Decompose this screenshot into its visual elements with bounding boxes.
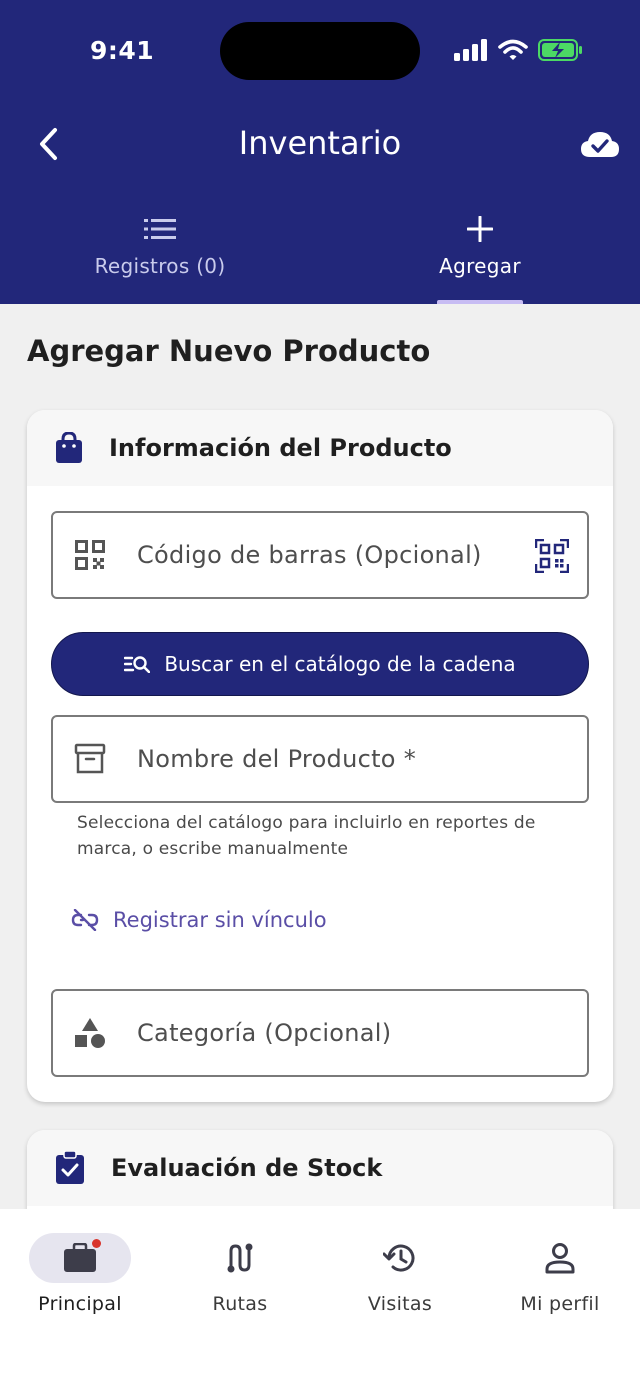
product-info-header: Información del Producto (27, 410, 613, 486)
nav-rutas[interactable]: Rutas (160, 1233, 320, 1315)
scan-barcode-button[interactable] (534, 538, 570, 577)
stock-evaluation-title: Evaluación de Stock (111, 1154, 383, 1182)
barcode-placeholder: Código de barras (Opcional) (137, 541, 482, 569)
barcode-input[interactable]: Código de barras (Opcional) (51, 511, 589, 599)
nav-principal-label: Principal (38, 1293, 122, 1315)
archive-box-icon (74, 743, 106, 774)
tab-registros[interactable]: Registros (0) (0, 212, 320, 278)
product-name-placeholder: Nombre del Producto * (137, 745, 417, 773)
dynamic-island (220, 22, 420, 80)
link-off-icon (71, 909, 99, 931)
sync-button[interactable] (578, 122, 622, 166)
status-icons (454, 38, 584, 62)
tab-agregar-label: Agregar (439, 254, 521, 278)
category-shapes-icon (75, 1018, 105, 1048)
route-icon (227, 1243, 253, 1273)
tab-indicator (437, 300, 523, 304)
tab-registros-label: Registros (0) (94, 254, 226, 278)
nav-mi-perfil-label: Mi perfil (520, 1293, 600, 1315)
briefcase-icon (64, 1243, 96, 1272)
search-catalog-button[interactable]: Buscar en el catálogo de la cadena (51, 632, 589, 696)
shopping-bag-icon (56, 432, 82, 463)
search-catalog-label: Buscar en el catálogo de la cadena (164, 652, 516, 676)
nav-visitas[interactable]: Visitas (320, 1233, 480, 1315)
person-icon (545, 1243, 575, 1274)
signal-icon (454, 39, 487, 61)
qr-code-icon (75, 540, 105, 570)
product-name-helper: Selecciona del catálogo para incluirlo e… (77, 813, 536, 859)
tab-agregar[interactable]: Agregar (320, 212, 640, 278)
status-time: 9:41 (90, 36, 155, 65)
bottom-navigation: Principal Rutas Visitas Mi perfil (0, 1209, 640, 1391)
product-name-input[interactable]: Nombre del Producto * (51, 715, 589, 803)
page-title: Agregar Nuevo Producto (27, 334, 431, 368)
plus-icon (467, 216, 493, 242)
product-info-title: Información del Producto (109, 434, 452, 462)
qr-scan-icon (534, 538, 570, 574)
history-icon (383, 1244, 415, 1272)
nav-rutas-label: Rutas (212, 1293, 268, 1315)
search-list-icon (124, 656, 151, 673)
app-header: 9:41 Inventario Registros (0) Agregar (0, 0, 640, 304)
product-info-card: Información del Producto Código de barra… (27, 410, 613, 1102)
register-unlinked-label: Registrar sin vínculo (113, 908, 327, 932)
cloud-check-icon (581, 132, 619, 157)
wifi-icon (498, 39, 528, 60)
list-icon (144, 219, 176, 239)
category-input[interactable]: Categoría (Opcional) (51, 989, 589, 1077)
nav-visitas-label: Visitas (367, 1293, 433, 1315)
notification-badge (92, 1239, 101, 1248)
nav-mi-perfil[interactable]: Mi perfil (480, 1233, 640, 1315)
clipboard-check-icon (56, 1151, 84, 1184)
nav-principal[interactable]: Principal (0, 1233, 160, 1315)
category-placeholder: Categoría (Opcional) (137, 1019, 392, 1047)
register-unlinked-link[interactable]: Registrar sin vínculo (71, 908, 327, 932)
battery-icon (538, 39, 582, 61)
page-header-title: Inventario (238, 124, 402, 162)
stock-evaluation-header: Evaluación de Stock (27, 1130, 613, 1206)
